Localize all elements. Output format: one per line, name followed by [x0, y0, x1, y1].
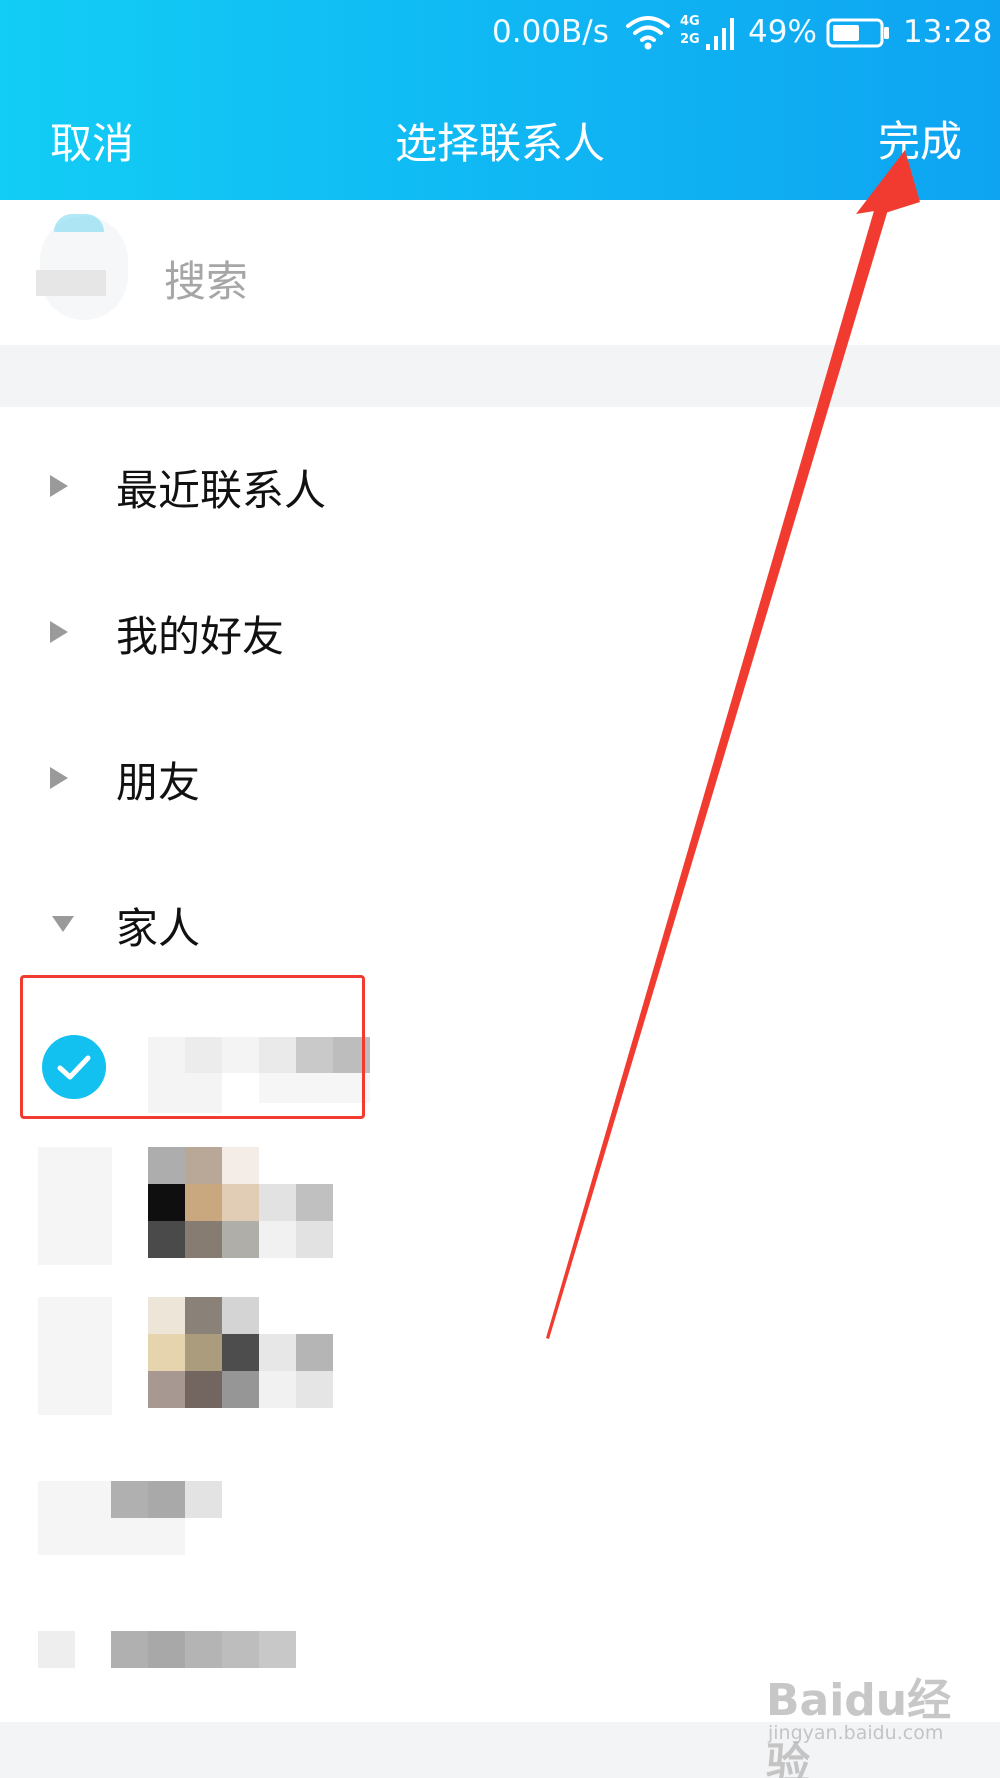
watermark-brand: Baidu经验: [766, 1675, 952, 1778]
battery-percent: 49%: [748, 14, 817, 50]
group-label: 朋友: [116, 758, 201, 807]
done-button[interactable]: 完成: [878, 108, 962, 169]
group-my-friends[interactable]: 我的好友: [0, 559, 1000, 705]
contact-row[interactable]: [0, 1433, 1000, 1579]
avatar: [38, 1297, 112, 1415]
annotation-highlight-box: [20, 975, 365, 1119]
expand-arrow-icon: [50, 475, 68, 497]
expand-arrow-icon: [50, 767, 68, 789]
collapse-arrow-icon: [52, 916, 74, 932]
group-label: 家人: [116, 904, 201, 953]
header-bar: 0.00B/s 4G 2G 49% 13:28 选择联系人 取消 完成: [0, 0, 1000, 200]
network-speed: 0.00B/s: [492, 14, 609, 50]
avatar: [38, 1481, 112, 1555]
avatar: [38, 1147, 112, 1265]
signal-bars: [706, 18, 734, 50]
watermark-url: jingyan.baidu.com: [768, 1722, 944, 1744]
search-bar[interactable]: 搜索: [0, 200, 1000, 345]
status-bar: 0.00B/s 4G 2G 49% 13:28: [0, 0, 1000, 72]
nav-bar: 选择联系人 取消 完成: [0, 92, 1000, 172]
section-divider: [0, 345, 1000, 407]
wifi-icon: [626, 16, 670, 50]
signal-icon: 4G 2G: [680, 14, 736, 54]
group-label: 我的好友: [116, 612, 285, 661]
group-recent-contacts[interactable]: 最近联系人: [0, 413, 1000, 559]
cancel-button[interactable]: 取消: [50, 110, 134, 171]
avatar: [38, 1631, 75, 1668]
contact-row[interactable]: [0, 1287, 1000, 1433]
watermark: Baidu经验 jingyan.baidu.com: [766, 1664, 966, 1778]
contact-row[interactable]: [0, 1141, 1000, 1287]
clock: 13:28: [903, 14, 993, 50]
network-type-bottom: 2G: [680, 32, 700, 47]
page-title: 选择联系人: [394, 119, 605, 168]
search-input[interactable]: 搜索: [164, 248, 248, 309]
battery-icon: [826, 18, 889, 48]
network-type-top: 4G: [680, 14, 700, 29]
search-avatar-icon: [30, 214, 130, 324]
group-label: 最近联系人: [116, 466, 327, 515]
expand-arrow-icon: [50, 621, 68, 643]
group-friends[interactable]: 朋友: [0, 705, 1000, 851]
